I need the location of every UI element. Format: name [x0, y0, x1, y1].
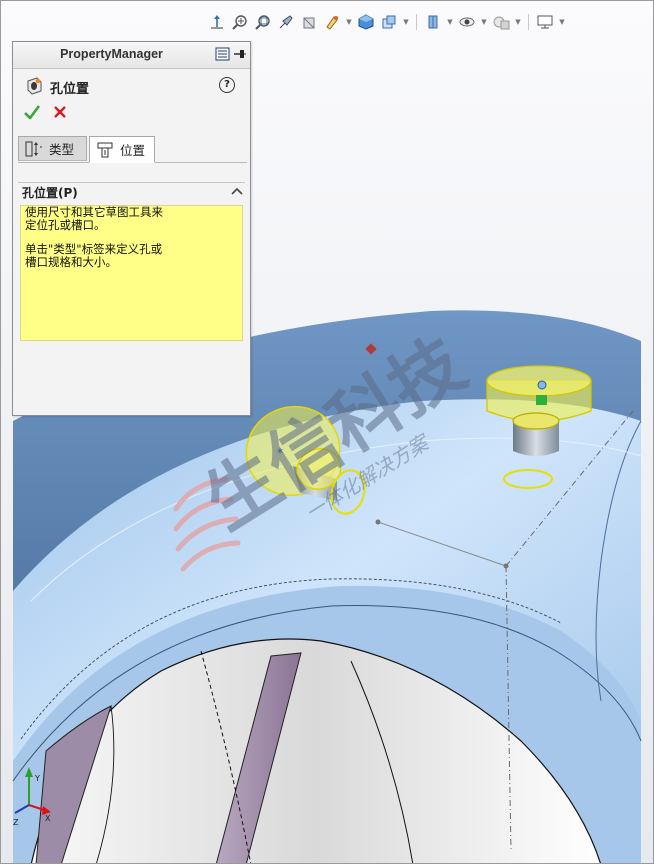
svg-text:Y: Y [34, 774, 40, 783]
chevron-down-icon[interactable]: ▼ [558, 18, 566, 26]
zoom-to-fit-icon[interactable] [230, 12, 250, 32]
group-header-hole-position[interactable]: 孔位置(P) [18, 182, 245, 201]
chevron-down-icon[interactable]: ▼ [446, 18, 454, 26]
tab-position[interactable]: 位置 [89, 136, 155, 163]
chevron-up-icon[interactable] [231, 185, 243, 199]
apply-scene-icon[interactable] [457, 12, 477, 32]
close-icon [54, 106, 66, 118]
edit-appearance-icon[interactable] [423, 12, 443, 32]
hole-position-icon [97, 142, 113, 157]
svg-text:Z: Z [13, 818, 19, 827]
message-box: 使用尺寸和其它草图工具来 定位孔或槽口。 单击"类型"标签来定义孔或 槽口规格和… [20, 205, 243, 341]
section-view-icon[interactable] [299, 12, 319, 32]
ok-button[interactable] [23, 103, 41, 121]
property-manager-header: PropertyManager [13, 42, 250, 69]
chevron-down-icon[interactable]: ▼ [402, 18, 410, 26]
heads-up-toolbar: ▼ ▼ ▼ ▼ ▼ ▼ [207, 11, 566, 33]
feature-title: 孔位置 [50, 82, 90, 97]
hole-type-icon [25, 141, 42, 156]
panel-header-icons [215, 47, 247, 64]
toolbar-separator [416, 14, 417, 30]
normal-to-icon[interactable] [207, 12, 227, 32]
tab-position-label: 位置 [120, 143, 146, 158]
previous-view-icon[interactable] [276, 12, 296, 32]
tab-type-label: 类型 [49, 142, 75, 157]
property-manager-title: PropertyManager [60, 47, 163, 61]
svg-text:X: X [45, 814, 51, 823]
sketch-point [503, 563, 509, 569]
toolbar-separator [528, 14, 529, 30]
hide-show-icon[interactable] [379, 12, 399, 32]
zoom-to-area-icon[interactable] [253, 12, 273, 32]
sketch-point [375, 519, 381, 525]
chevron-down-icon[interactable]: ▼ [480, 18, 488, 26]
view-orientation-icon[interactable] [322, 12, 342, 32]
message-text: 单击"类型"标签来定义孔或 槽口规格和大小。 [25, 242, 163, 269]
help-button[interactable]: ? [219, 77, 235, 93]
feature-title-row: 孔位置 ? [13, 69, 250, 99]
display-icon[interactable] [535, 12, 555, 32]
message-text: 使用尺寸和其它草图工具来 定位孔或槽口。 [25, 205, 163, 232]
graphics-area[interactable]: * 生信科技 一体化解决方案 Y X Z ▼ ▼ ▼ ▼ ▼ ▼ Propert… [0, 0, 654, 864]
action-buttons-row [13, 99, 250, 125]
hole-wizard-icon [25, 77, 43, 98]
pin-icon[interactable] [233, 47, 247, 64]
property-manager-tabs: 类型 位置 [18, 134, 247, 163]
checkmark-icon [24, 105, 41, 120]
tab-type[interactable]: 类型 [18, 136, 87, 161]
chevron-down-icon[interactable]: ▼ [514, 18, 522, 26]
display-style-icon[interactable] [356, 12, 376, 32]
panel-options-icon[interactable] [215, 47, 230, 64]
cancel-button[interactable] [51, 103, 69, 121]
group-title: 孔位置(P) [22, 186, 78, 200]
chevron-down-icon[interactable]: ▼ [345, 18, 353, 26]
property-manager-panel: PropertyManager 孔位置 ? 类型 位置 孔位置(P) 使用尺寸和… [12, 41, 251, 416]
view-settings-icon[interactable] [491, 12, 511, 32]
